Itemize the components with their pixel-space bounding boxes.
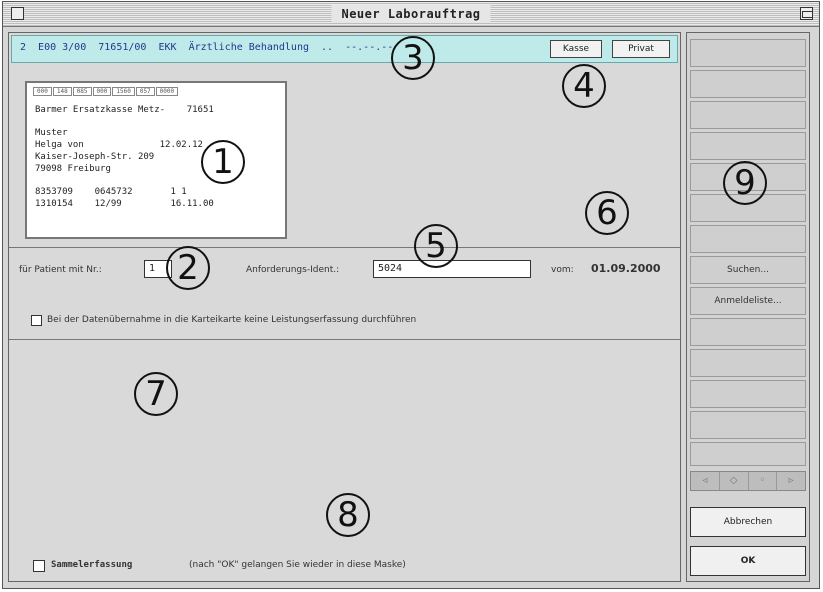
callout-ring: 5	[414, 224, 458, 268]
request-ident-label: Anforderungs-Ident.:	[246, 265, 340, 275]
window-title: Neuer Laborauftrag	[331, 5, 491, 23]
ok-button[interactable]: OK	[690, 546, 806, 576]
treatment-info-bar: 2 E00 3/00 71651/00 EKK Ärztliche Behand…	[11, 35, 678, 63]
close-box-icon[interactable]	[11, 7, 24, 20]
callout-ring: 4	[562, 64, 606, 108]
sammel-checkbox[interactable]	[33, 560, 45, 572]
card-header-row: 000 148 085 000 1560 057 0000	[33, 87, 179, 96]
sammel-hint: (nach "OK" gelangen Sie wieder in diese …	[189, 560, 406, 570]
sammel-label: Sammelerfassung	[51, 560, 133, 570]
sidebar-slot[interactable]	[690, 380, 806, 408]
callout-ring: 6	[585, 191, 629, 235]
card-line-insurer: Barmer Ersatzkasse Metz- 71651	[35, 105, 214, 115]
callout-ring: 7	[134, 372, 178, 416]
callout-ring: 1	[201, 140, 245, 184]
sidebar-slot[interactable]	[690, 411, 806, 439]
request-date: 01.09.2000	[591, 262, 661, 275]
next-icon[interactable]: ◦	[749, 472, 778, 490]
callout-3: 3	[391, 36, 435, 80]
first-icon[interactable]: ◃	[691, 472, 720, 490]
card-line-firstname: Helga von 12.02.12	[35, 140, 203, 150]
callout-ring: 9	[723, 161, 767, 205]
title-bar[interactable]: Neuer Laborauftrag	[3, 2, 819, 27]
transfer-checkbox[interactable]	[31, 315, 42, 326]
callout-5: 5	[414, 224, 458, 268]
insurance-card: 000 148 085 000 1560 057 0000 Barmer Ers…	[25, 81, 287, 239]
transfer-checkbox-label: Bei der Datenübernahme in die Karteikart…	[47, 315, 417, 325]
section-divider	[9, 247, 680, 248]
sidebar-slot[interactable]	[690, 225, 806, 253]
card-line-street: Kaiser-Joseph-Str. 209	[35, 152, 155, 162]
card-line-city: 79098 Freiburg	[35, 164, 111, 174]
callout-2: 2	[166, 246, 210, 290]
card-head-cell: 057	[135, 87, 155, 96]
anmeldeliste-button[interactable]: Anmeldeliste...	[690, 287, 806, 315]
callout-4: 4	[562, 64, 606, 108]
card-head-cell: 148	[52, 87, 72, 96]
card-line-numbers-1: 8353709 0645732 1 1	[35, 187, 187, 197]
record-navigation: ◃ ◇ ◦ ▹	[690, 471, 806, 491]
prev-icon[interactable]: ◇	[720, 472, 749, 490]
treatment-info-text: 2 E00 3/00 71651/00 EKK Ärztliche Behand…	[20, 42, 394, 53]
callout-6: 6	[585, 191, 629, 235]
card-head-cell: 0000	[155, 87, 179, 96]
callout-1: 1	[201, 140, 245, 184]
section-divider	[9, 339, 680, 340]
callout-ring: 3	[391, 36, 435, 80]
callout-9: 9	[723, 161, 767, 205]
callout-7: 7	[134, 372, 178, 416]
sidebar-slot[interactable]	[690, 101, 806, 129]
action-sidebar: Suchen... Anmeldeliste... ◃ ◇ ◦ ▹ Abbrec…	[686, 32, 810, 582]
card-line-surname: Muster	[35, 128, 68, 138]
sidebar-slot[interactable]	[690, 318, 806, 346]
sidebar-slot[interactable]	[690, 442, 806, 466]
callout-ring: 8	[326, 493, 370, 537]
sidebar-slot[interactable]	[690, 132, 806, 160]
suchen-button[interactable]: Suchen...	[690, 256, 806, 284]
callout-ring: 2	[166, 246, 210, 290]
cancel-button[interactable]: Abbrechen	[690, 507, 806, 537]
card-head-cell: 000	[33, 87, 52, 96]
zoom-box-icon[interactable]	[800, 7, 813, 20]
callout-8: 8	[326, 493, 370, 537]
kasse-button[interactable]: Kasse	[550, 40, 602, 58]
sidebar-slot[interactable]	[690, 349, 806, 377]
privat-button[interactable]: Privat	[612, 40, 670, 58]
card-line-numbers-2: 1310154 12/99 16.11.00	[35, 199, 214, 209]
last-icon[interactable]: ▹	[777, 472, 805, 490]
card-head-cell: 1560	[112, 87, 135, 96]
main-panel: 2 E00 3/00 71651/00 EKK Ärztliche Behand…	[8, 32, 681, 582]
sidebar-slot[interactable]	[690, 70, 806, 98]
patient-number-label: für Patient mit Nr.:	[19, 265, 102, 275]
date-label: vom:	[551, 265, 574, 275]
sidebar-slot[interactable]	[690, 39, 806, 67]
card-head-cell: 000	[92, 87, 112, 96]
card-head-cell: 085	[72, 87, 92, 96]
